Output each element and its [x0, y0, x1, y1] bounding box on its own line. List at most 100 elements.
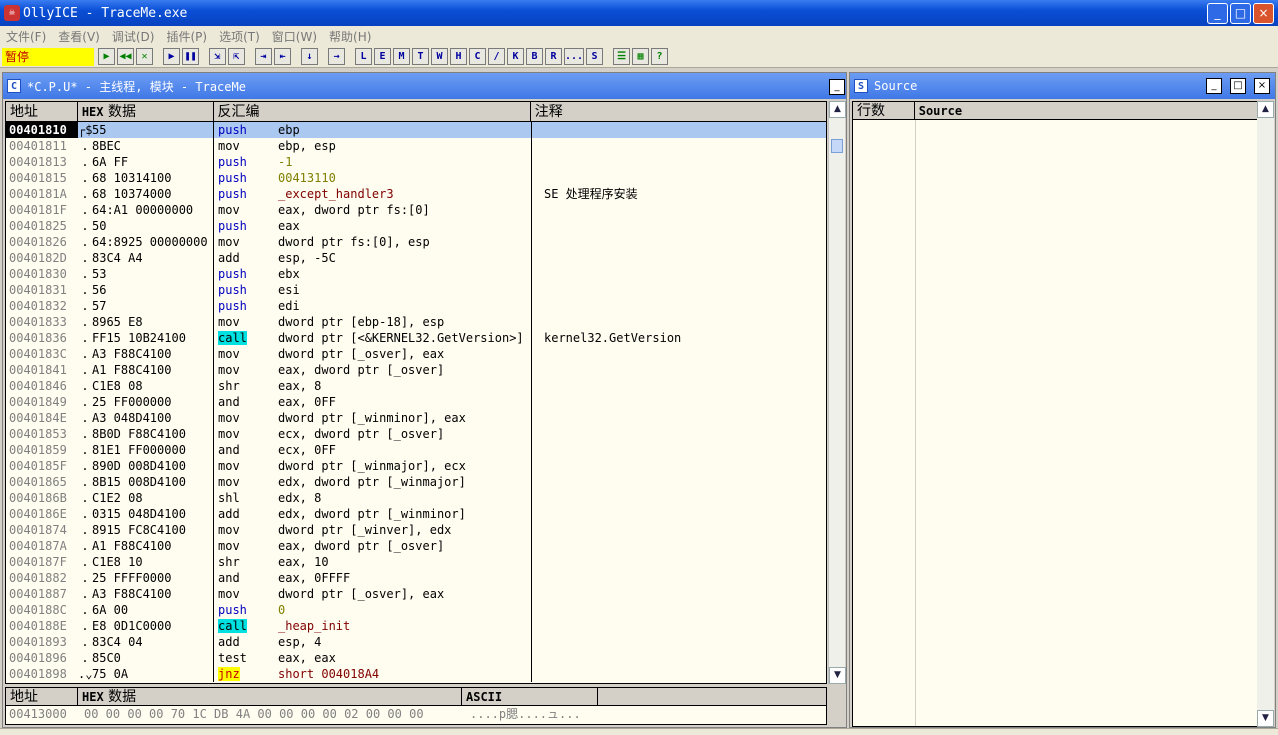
- disasm-row[interactable]: 00401810 ┌$ 55 push ebp: [6, 122, 826, 138]
- open-button[interactable]: ▶: [98, 48, 115, 65]
- source-button[interactable]: S: [586, 48, 604, 65]
- row-hex: 53: [92, 266, 214, 282]
- disasm-row[interactable]: 0040185F. 890D 008D4100 mov dword ptr [_win…: [6, 458, 826, 474]
- handles-button[interactable]: H: [450, 48, 467, 65]
- cpu-minimize-button[interactable]: _: [829, 79, 845, 95]
- execute-till-return-button[interactable]: ↓: [301, 48, 318, 65]
- call-stack-button[interactable]: K: [507, 48, 524, 65]
- cpu-button[interactable]: C: [469, 48, 486, 65]
- disasm-row[interactable]: 0040181A. 68 10374000 push _except_handler3…: [6, 186, 826, 202]
- trace-into-button[interactable]: ⇥: [255, 48, 272, 65]
- menu-plugins[interactable]: 插件(P): [160, 28, 213, 45]
- scroll-down-arrow[interactable]: ▼: [829, 667, 846, 684]
- trace-over-button[interactable]: ⇤: [274, 48, 291, 65]
- maximize-button[interactable]: □: [1230, 3, 1251, 24]
- disasm-row[interactable]: 0040186B. C1E2 08 shl edx, 8: [6, 490, 826, 506]
- menu-help[interactable]: 帮助(H): [323, 28, 377, 45]
- col-hex[interactable]: HEX: [82, 105, 104, 119]
- run-button[interactable]: ▶: [163, 48, 180, 65]
- disasm-row[interactable]: 00401846. C1E8 08 shr eax, 8: [6, 378, 826, 394]
- pause-button[interactable]: ❚❚: [182, 48, 199, 65]
- col-line-number[interactable]: 行数: [853, 102, 915, 119]
- source-minimize-button[interactable]: _: [1206, 78, 1222, 94]
- disasm-row[interactable]: 00401893. 83C4 04 add esp, 4: [6, 634, 826, 650]
- source-maximize-button[interactable]: □: [1230, 78, 1246, 94]
- step-into-button[interactable]: ⇲: [209, 48, 226, 65]
- disasm-row[interactable]: 00401887. A3 F88C4100 mov dword ptr [_osver…: [6, 586, 826, 602]
- source-scroll-down-arrow[interactable]: ▼: [1257, 710, 1274, 727]
- col-comment[interactable]: 注释: [531, 102, 826, 121]
- minimize-button[interactable]: _: [1207, 3, 1228, 24]
- step-over-button[interactable]: ⇱: [228, 48, 245, 65]
- scroll-up-arrow[interactable]: ▲: [829, 101, 846, 118]
- disasm-row[interactable]: 00401841. A1 F88C4100 mov eax, dword ptr [_…: [6, 362, 826, 378]
- references-button[interactable]: R: [545, 48, 562, 65]
- disasm-row[interactable]: 00401853. 8B0D F88C4100 mov ecx, dword ptr …: [6, 426, 826, 442]
- disasm-row[interactable]: 00401813. 6A FF push -1: [6, 154, 826, 170]
- dump-pane[interactable]: 地址 HEX 数据 ASCII 00413000 00 00 00 00 70 …: [5, 687, 827, 725]
- disasm-row[interactable]: 00401836. FF15 10B24100 call dword ptr [<&K…: [6, 330, 826, 346]
- disasm-row[interactable]: 00401815. 68 10314100 push 00413110: [6, 170, 826, 186]
- disasm-row[interactable]: 00401859. 81E1 FF000000 and ecx, 0FF: [6, 442, 826, 458]
- source-scroll-up-arrow[interactable]: ▲: [1257, 101, 1274, 118]
- disasm-row[interactable]: 00401833. 8965 E8 mov dword ptr [ebp-18], e…: [6, 314, 826, 330]
- disasm-row[interactable]: 00401826. 64:8925 00000000 mov dword ptr fs…: [6, 234, 826, 250]
- disasm-row[interactable]: 0040186E. 0315 048D4100 add edx, dword ptr …: [6, 506, 826, 522]
- menu-debug[interactable]: 调试(D): [106, 28, 161, 45]
- disasm-row[interactable]: 00401831. 56 push esi: [6, 282, 826, 298]
- windows-button[interactable]: W: [431, 48, 448, 65]
- col-address[interactable]: 地址: [6, 102, 78, 121]
- disasm-row[interactable]: 0040187A. A1 F88C4100 mov eax, dword ptr [_…: [6, 538, 826, 554]
- source-header: 行数 Source: [853, 102, 1257, 120]
- disasm-row[interactable]: 00401825. 50 push eax: [6, 218, 826, 234]
- dump-col-data[interactable]: 数据: [108, 689, 136, 705]
- disasm-row[interactable]: 0040184E. A3 048D4100 mov dword ptr [_winmi…: [6, 410, 826, 426]
- disasm-row[interactable]: 0040188C. 6A 00 push 0: [6, 602, 826, 618]
- breakpoints-button[interactable]: B: [526, 48, 543, 65]
- disasm-row[interactable]: 00401865. 8B15 008D4100 mov edx, dword ptr …: [6, 474, 826, 490]
- source-pane[interactable]: 行数 Source: [852, 101, 1258, 727]
- disasm-row[interactable]: 00401896. 85C0 test eax, eax: [6, 650, 826, 666]
- goto-button[interactable]: →: [328, 48, 345, 65]
- disasm-row[interactable]: 0040187F. C1E8 10 shr eax, 10: [6, 554, 826, 570]
- menu-window[interactable]: 窗口(W): [266, 28, 323, 45]
- menu-options[interactable]: 选项(T): [213, 28, 266, 45]
- dump-col-hex[interactable]: HEX: [82, 690, 104, 704]
- source-scrollbar[interactable]: ▲ ▼: [1257, 101, 1274, 727]
- log-window-button[interactable]: L: [355, 48, 372, 65]
- row-comment: [532, 554, 544, 570]
- modules-button[interactable]: E: [374, 48, 391, 65]
- run-trace-button[interactable]: ...: [564, 48, 585, 65]
- disasm-row[interactable]: 00401898 .⌄ 75 0A jnz short 004018A4: [6, 666, 826, 682]
- menu-file[interactable]: 文件(F): [0, 28, 52, 45]
- col-data[interactable]: 数据: [108, 104, 136, 120]
- restart-button[interactable]: ◀◀: [117, 48, 134, 65]
- close-button[interactable]: ×: [1253, 3, 1274, 24]
- disasm-row[interactable]: 00401832. 57 push edi: [6, 298, 826, 314]
- close-debug-button[interactable]: ✕: [136, 48, 153, 65]
- memory-button[interactable]: M: [393, 48, 410, 65]
- disasm-row[interactable]: 0040181F. 64:A1 00000000 mov eax, dword ptr…: [6, 202, 826, 218]
- menu-view[interactable]: 查看(V): [52, 28, 106, 45]
- threads-button[interactable]: T: [412, 48, 429, 65]
- disasm-row[interactable]: 0040188E. E8 0D1C0000 call _heap_init: [6, 618, 826, 634]
- dump-col-address[interactable]: 地址: [6, 688, 78, 705]
- grid-icon[interactable]: ▦: [632, 48, 650, 65]
- disasm-row[interactable]: 00401811. 8BEC mov ebp, esp: [6, 138, 826, 154]
- disasm-row[interactable]: 0040183C. A3 F88C4100 mov dword ptr [_osver…: [6, 346, 826, 362]
- disasm-row[interactable]: 00401849. 25 FF000000 and eax, 0FF: [6, 394, 826, 410]
- col-source[interactable]: Source: [915, 102, 1257, 119]
- source-close-button[interactable]: ×: [1254, 78, 1270, 94]
- disassembly-pane[interactable]: 地址 HEX 数据 反汇编 注释 00401810 ┌$ 55 push ebp 0040…: [5, 101, 827, 684]
- disasm-row[interactable]: 0040182D. 83C4 A4 add esp, -5C: [6, 250, 826, 266]
- disasm-row[interactable]: 00401882. 25 FFFF0000 and eax, 0FFFF: [6, 570, 826, 586]
- help-icon[interactable]: ?: [651, 48, 669, 65]
- disassembly-scrollbar[interactable]: ▲ ▼: [828, 101, 846, 684]
- disasm-row[interactable]: 00401830. 53 push ebx: [6, 266, 826, 282]
- list-icon[interactable]: ☰: [613, 48, 631, 65]
- disasm-row[interactable]: 00401874. 8915 FC8C4100 mov dword ptr [_win…: [6, 522, 826, 538]
- patches-button[interactable]: /: [488, 48, 505, 65]
- scroll-thumb[interactable]: [831, 139, 843, 153]
- dump-col-ascii[interactable]: ASCII: [462, 688, 598, 705]
- col-disasm[interactable]: 反汇编: [214, 102, 531, 121]
